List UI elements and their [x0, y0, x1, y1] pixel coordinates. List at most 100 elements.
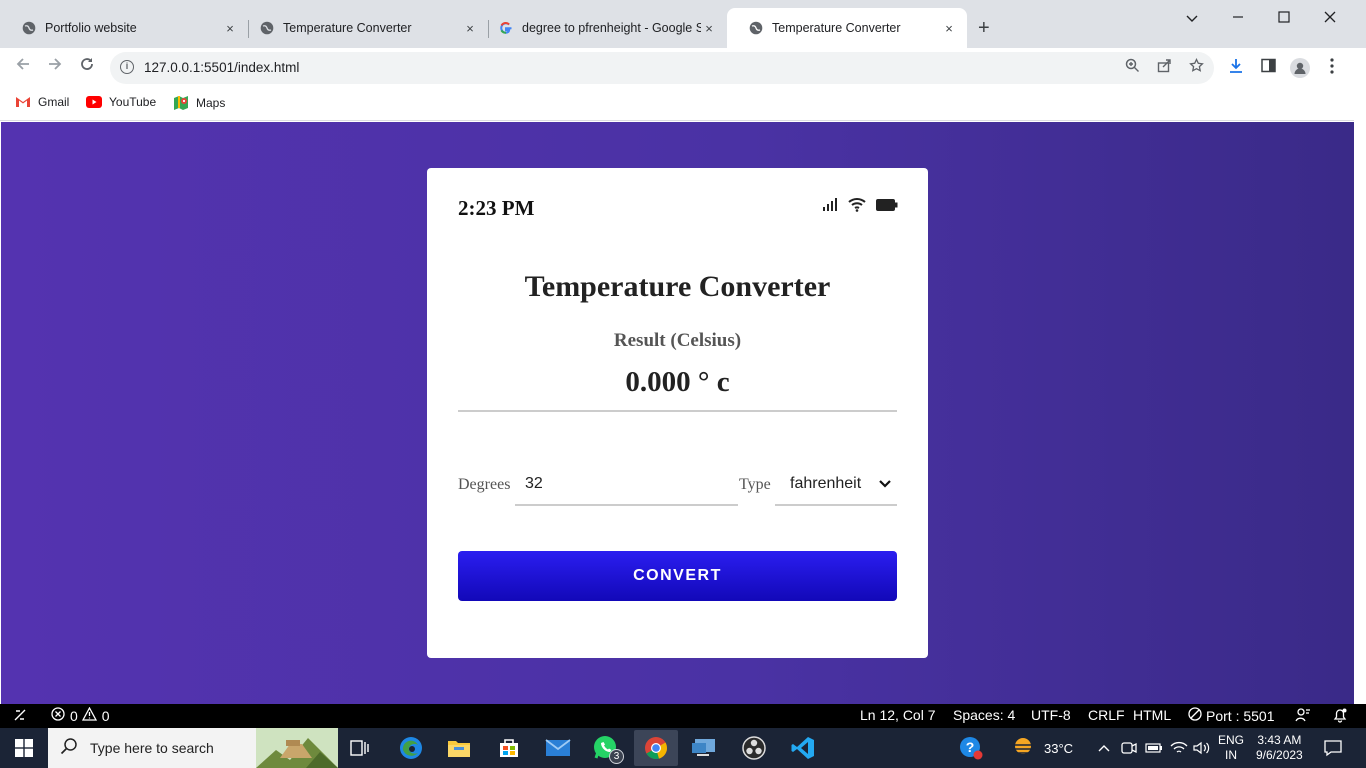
share-icon[interactable]	[1154, 58, 1174, 77]
whatsapp-icon[interactable]: 3	[592, 734, 624, 764]
address-bar[interactable]: i 127.0.0.1:5501/index.html	[110, 52, 1214, 84]
weather-temp: 33°C	[1044, 740, 1074, 756]
battery-icon	[876, 198, 898, 216]
live-server-port[interactable]: Port : 5501	[1188, 707, 1275, 724]
page-viewport: 2:23 PM Temperature Converter Result (Ce…	[1, 122, 1354, 704]
tab-portfolio-website[interactable]: Portfolio website ×	[0, 8, 248, 48]
status-icons	[822, 196, 898, 217]
status-clock: 2:23 PM	[458, 196, 535, 220]
notifications-icon[interactable]	[1324, 728, 1342, 768]
close-window-icon[interactable]	[1320, 10, 1340, 26]
close-tab-icon[interactable]: ×	[222, 21, 238, 36]
url-text[interactable]: 127.0.0.1:5501/index.html	[144, 60, 299, 75]
tab-search-chevron-icon[interactable]	[1182, 10, 1202, 26]
kebab-menu-icon[interactable]	[1321, 58, 1343, 78]
error-icon	[51, 707, 65, 724]
line-ending[interactable]: CRLF	[1088, 707, 1125, 723]
result-divider	[458, 410, 897, 412]
new-tab-button[interactable]: +	[978, 18, 990, 38]
volume-tray-icon[interactable]	[1193, 728, 1211, 768]
chrome-icon[interactable]	[634, 730, 678, 766]
search-icon	[60, 737, 78, 760]
weather-widget[interactable]: 33°C	[1010, 728, 1073, 768]
remote-desktop-icon[interactable]	[690, 734, 718, 762]
convert-button[interactable]: CONVERT	[458, 551, 897, 601]
taskbar-clock[interactable]: 3:43 AM 9/6/2023	[1256, 728, 1303, 768]
taskbar-date: 9/6/2023	[1256, 748, 1303, 762]
globe-icon	[749, 21, 763, 35]
zoom-icon[interactable]	[1122, 58, 1142, 77]
problems-indicator[interactable]: 0 0	[51, 706, 110, 724]
battery-tray-icon[interactable]	[1145, 728, 1163, 768]
bookmark-maps[interactable]: Maps	[173, 95, 225, 111]
language-mode[interactable]: HTML	[1133, 707, 1171, 723]
feedback-icon[interactable]	[1295, 707, 1311, 723]
task-view-icon[interactable]	[346, 734, 374, 762]
profile-avatar-icon[interactable]	[1289, 58, 1311, 82]
download-icon[interactable]	[1225, 58, 1247, 78]
help-icon[interactable]: ?	[958, 728, 984, 768]
youtube-icon	[86, 96, 102, 108]
bookmarks-bar: Gmail YouTube Maps	[0, 88, 1366, 121]
notification-bell-icon[interactable]	[1332, 707, 1348, 723]
taskbar-time: 3:43 AM	[1257, 733, 1302, 747]
result-label: Result (Celsius)	[613, 330, 742, 351]
meet-now-icon[interactable]	[1121, 728, 1137, 768]
microsoft-store-icon[interactable]	[495, 734, 523, 762]
tab-temperature-converter-active[interactable]: Temperature Converter ×	[727, 8, 967, 48]
close-tab-icon[interactable]: ×	[941, 21, 957, 36]
taskbar-search-box[interactable]: Type here to search	[48, 728, 338, 768]
language-indicator[interactable]: ENG IN	[1218, 728, 1244, 768]
warning-count: 0	[101, 707, 110, 724]
windows-start-icon[interactable]	[10, 734, 38, 762]
bookmark-youtube[interactable]: YouTube	[86, 95, 156, 109]
globe-icon	[22, 21, 36, 35]
type-select[interactable]: fahrenheit	[775, 464, 897, 506]
obs-studio-icon[interactable]	[740, 734, 768, 762]
tab-google-search[interactable]: degree to pfrenheight - Google S ×	[477, 8, 727, 48]
chevron-down-icon	[879, 475, 891, 493]
edge-browser-icon[interactable]	[397, 734, 425, 762]
browser-toolbar: i 127.0.0.1:5501/index.html	[0, 48, 1366, 88]
close-tab-icon[interactable]: ×	[701, 21, 717, 36]
vscode-icon[interactable]	[789, 734, 817, 762]
error-count: 0	[70, 707, 78, 724]
mail-icon[interactable]	[544, 734, 572, 762]
signal-icon	[822, 197, 838, 216]
reload-icon[interactable]	[75, 56, 99, 77]
globe-icon	[260, 21, 274, 35]
bookmark-label: Gmail	[38, 95, 70, 109]
google-icon	[499, 21, 513, 35]
back-arrow-icon[interactable]	[11, 56, 35, 77]
file-explorer-icon[interactable]	[445, 734, 473, 762]
encoding[interactable]: UTF-8	[1031, 707, 1071, 723]
degrees-label: Degrees	[458, 476, 511, 493]
show-hidden-icons-chevron-icon[interactable]	[1098, 728, 1110, 768]
language-code: ENG	[1218, 733, 1245, 747]
minimize-icon[interactable]	[1228, 10, 1248, 26]
site-info-icon[interactable]: i	[120, 60, 134, 74]
maximize-icon[interactable]	[1274, 10, 1294, 26]
cursor-position[interactable]: Ln 12, Col 7	[860, 707, 936, 723]
forward-arrow-icon[interactable]	[43, 56, 67, 77]
sun-haze-icon	[1010, 736, 1036, 761]
windows-taskbar: Type here to search 3 ? 33°C ENG IN 3:43…	[0, 728, 1366, 768]
tab-title: degree to pfrenheight - Google S	[522, 21, 701, 35]
remote-icon[interactable]	[12, 707, 28, 723]
maps-icon	[173, 95, 189, 111]
degrees-input[interactable]	[515, 464, 738, 506]
bookmark-star-icon[interactable]	[1186, 57, 1206, 77]
search-highlight-image	[256, 728, 338, 768]
region-code: IN	[1225, 748, 1237, 762]
bookmark-gmail[interactable]: Gmail	[15, 95, 69, 109]
tab-title: Temperature Converter	[283, 21, 412, 35]
close-tab-icon[interactable]: ×	[462, 21, 478, 36]
tab-temperature-converter[interactable]: Temperature Converter ×	[238, 8, 488, 48]
network-tray-icon[interactable]	[1170, 728, 1188, 768]
indentation[interactable]: Spaces: 4	[953, 707, 1015, 723]
side-panel-icon[interactable]	[1257, 58, 1279, 77]
tab-title: Temperature Converter	[772, 21, 901, 35]
gmail-icon	[15, 96, 31, 108]
wifi-icon	[847, 196, 867, 217]
search-placeholder: Type here to search	[90, 740, 214, 756]
